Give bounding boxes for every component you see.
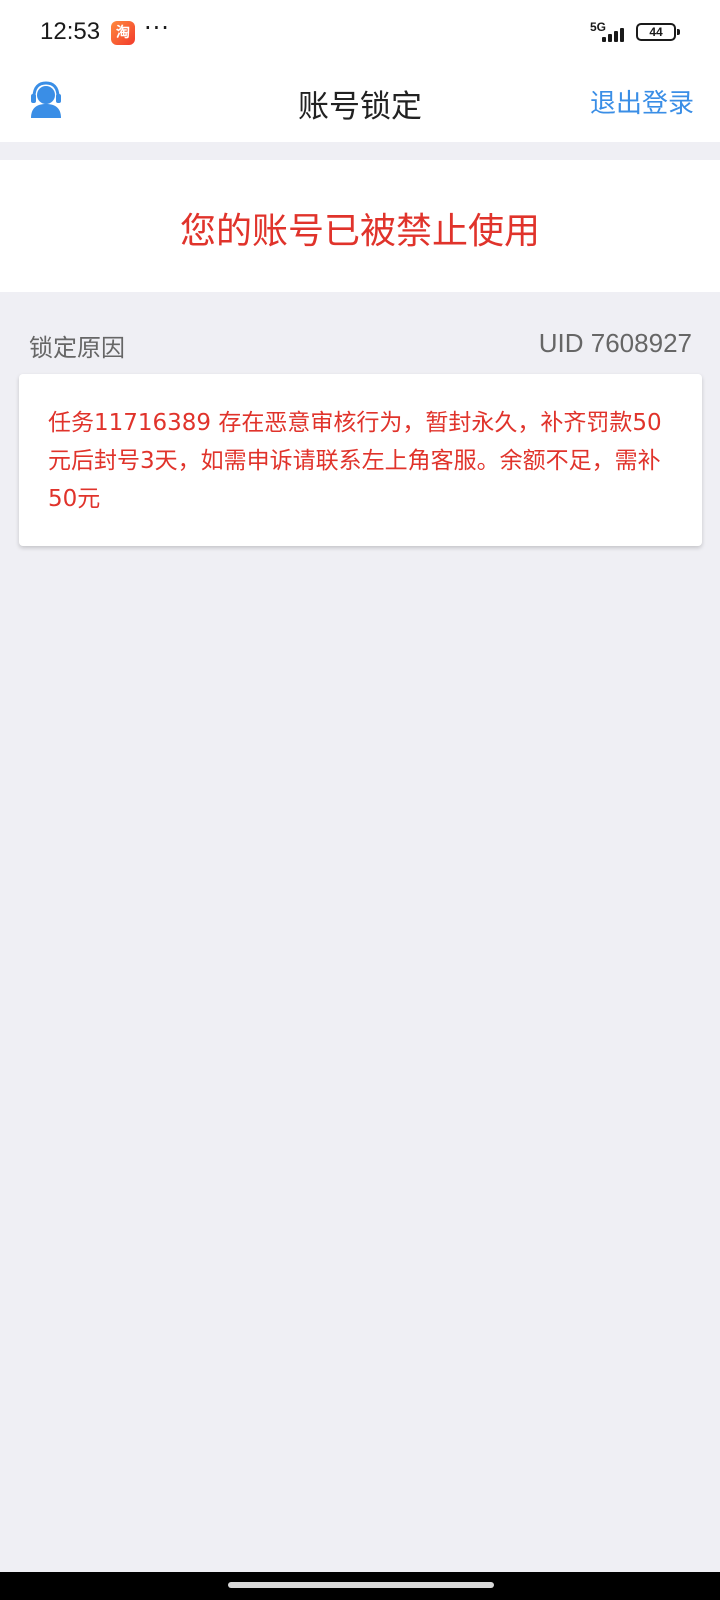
- gesture-navigation-area: [0, 1572, 720, 1600]
- lock-reason-text: 任务11716389 存在恶意审核行为，暂封永久，补齐罚款50元后封号3天，如需…: [48, 410, 662, 512]
- logout-button[interactable]: 退出登录: [590, 83, 694, 120]
- nav-bar: 账号锁定 退出登录: [0, 64, 720, 142]
- ban-notice-panel: 您的账号已被禁止使用: [0, 160, 720, 292]
- user-id: UID 7608927: [538, 328, 692, 358]
- more-notifications-icon: ···: [144, 14, 170, 42]
- status-time: 12:53: [40, 18, 101, 45]
- status-bar: 12:53 淘 ··· 5G 44: [0, 0, 720, 64]
- lock-reason-card: 任务11716389 存在恶意审核行为，暂封永久，补齐罚款50元后封号3天，如需…: [19, 374, 702, 546]
- ban-notice-title: 您的账号已被禁止使用: [179, 211, 540, 252]
- lock-reason-label: 锁定原因: [29, 334, 125, 362]
- home-gesture-bar[interactable]: [228, 1582, 494, 1588]
- battery-icon: 44: [636, 23, 680, 41]
- signal-strength-icon: [602, 24, 630, 42]
- taobao-app-icon: 淘: [111, 21, 135, 45]
